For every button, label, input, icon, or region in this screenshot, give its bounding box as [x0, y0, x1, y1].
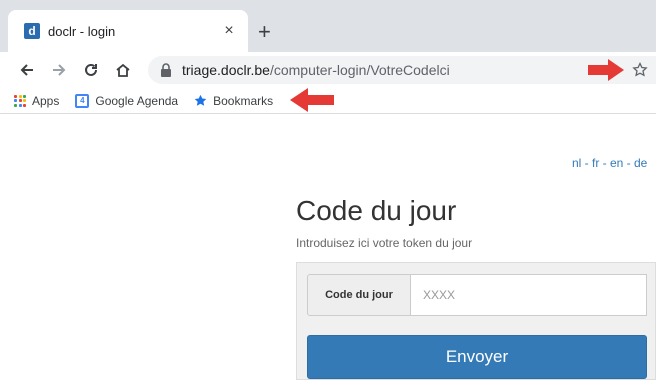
- browser-toolbar: triage.doclr.be/computer-login/VotreCode…: [0, 52, 656, 88]
- forward-arrow-icon: [53, 64, 66, 76]
- calendar-icon: 4: [75, 93, 90, 108]
- doclr-favicon-icon: d: [24, 23, 40, 39]
- home-icon: [116, 63, 130, 77]
- apps-grid-icon: [14, 94, 26, 107]
- back-arrow-icon: [20, 64, 33, 76]
- close-tab-icon[interactable]: ×: [220, 22, 238, 40]
- back-button[interactable]: [14, 57, 40, 83]
- lock-icon: [161, 63, 171, 77]
- url-path: /computer-login/VotreCodelci: [269, 62, 450, 78]
- bookmark-label: Bookmarks: [213, 93, 274, 108]
- login-form: Code du jour Envoyer: [296, 262, 656, 380]
- forward-button[interactable]: [46, 57, 72, 83]
- code-label: Code du jour: [307, 274, 411, 316]
- page-subtitle: Introduisez ici votre token du jour: [296, 236, 473, 250]
- annotation-arrow-right-icon: [588, 59, 624, 81]
- bookmark-bookmarks[interactable]: Bookmarks: [194, 94, 273, 108]
- browser-tab[interactable]: d doclr - login ×: [8, 10, 248, 52]
- page-title: Code du jour: [296, 195, 457, 226]
- reload-icon: [85, 63, 97, 76]
- tab-title: doclr - login: [48, 23, 116, 39]
- tab-strip: d doclr - login × +: [0, 0, 656, 52]
- bookmark-label: Apps: [32, 93, 60, 108]
- code-input[interactable]: [411, 274, 647, 316]
- annotation-arrow-left-icon: [290, 88, 334, 112]
- reload-button[interactable]: [78, 57, 104, 83]
- submit-button[interactable]: Envoyer: [307, 335, 647, 379]
- bookmark-apps[interactable]: Apps: [14, 94, 59, 108]
- new-tab-button[interactable]: +: [258, 21, 271, 43]
- bookmark-label: Google Agenda: [95, 93, 179, 108]
- language-links[interactable]: nl - fr - en - de: [572, 156, 647, 170]
- bookmark-google-agenda[interactable]: 4 Google Agenda: [75, 93, 179, 108]
- url-host: triage.doclr.be: [182, 62, 270, 78]
- home-button[interactable]: [110, 57, 136, 83]
- star-icon: [194, 94, 207, 106]
- address-bar[interactable]: triage.doclr.be/computer-login/VotreCode…: [148, 56, 656, 84]
- bookmark-star-icon[interactable]: [632, 62, 648, 78]
- code-input-group: Code du jour: [307, 274, 647, 316]
